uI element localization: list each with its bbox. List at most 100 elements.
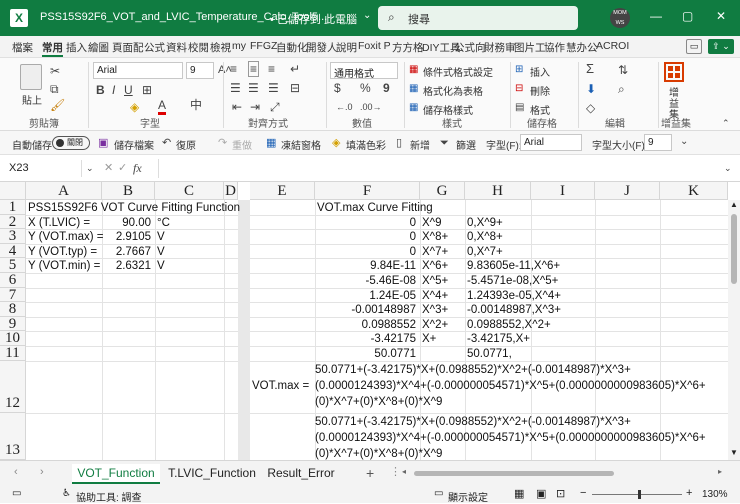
- align-bottom-icon[interactable]: ≡: [268, 62, 275, 76]
- insert-cells-icon[interactable]: ⊞: [515, 63, 523, 77]
- cell-B5[interactable]: 2.6321: [102, 259, 151, 273]
- border-icon[interactable]: ⊞: [142, 83, 152, 97]
- new-icon[interactable]: ▯: [396, 136, 402, 150]
- format-cells-icon[interactable]: ▤: [515, 101, 524, 115]
- page-layout-icon[interactable]: ▣: [536, 487, 546, 500]
- cell-C2[interactable]: °C: [157, 216, 170, 230]
- insert-function-icon[interactable]: fx: [133, 161, 142, 175]
- chevron-down-icon[interactable]: ⌄: [363, 10, 371, 21]
- zoom-in-button[interactable]: +: [686, 487, 692, 499]
- redo-icon[interactable]: ↷: [218, 136, 227, 150]
- tab-6[interactable]: 資料: [166, 40, 187, 55]
- row-header-8[interactable]: 8: [0, 302, 26, 317]
- share-button[interactable]: ⇪ ⌄: [708, 39, 734, 54]
- zoom-slider-thumb[interactable]: [638, 490, 641, 499]
- merge-icon[interactable]: ⊟: [290, 81, 300, 95]
- sheet-tab-1[interactable]: T.LVIC_Function: [164, 464, 260, 484]
- scroll-thumb[interactable]: [731, 214, 737, 284]
- cell-G10[interactable]: X+: [422, 332, 436, 346]
- comment-button[interactable]: ▭: [686, 39, 702, 54]
- cell-H9[interactable]: 0.0988552,X^2+: [467, 318, 551, 332]
- align-left-icon[interactable]: ☰: [230, 81, 241, 95]
- tab-3[interactable]: 繪圖: [88, 40, 109, 55]
- autosave-toggle[interactable]: 關閉: [52, 136, 90, 150]
- cell-styles-icon[interactable]: ▦: [409, 101, 418, 115]
- column-header-H[interactable]: H: [465, 182, 531, 200]
- next-sheet-icon[interactable]: ›: [40, 466, 44, 478]
- freeze-panes-icon[interactable]: ▦: [266, 136, 276, 150]
- cell-H5[interactable]: 9.83605e-11,X^6+: [467, 259, 560, 273]
- column-header-D[interactable]: D: [224, 182, 238, 200]
- cell-H10[interactable]: -3.42175,X+: [467, 332, 530, 346]
- tab-10[interactable]: FFGZ: [250, 40, 277, 52]
- cell-C3[interactable]: V: [157, 230, 165, 244]
- column-header-J[interactable]: J: [595, 182, 660, 200]
- cell-H6[interactable]: -5.4571e-08,X^5+: [467, 274, 558, 288]
- confirm-entry-icon[interactable]: ✓: [118, 161, 127, 175]
- cell-C5[interactable]: V: [157, 259, 165, 273]
- undo-button[interactable]: 復原: [176, 137, 196, 152]
- increase-decimal-icon[interactable]: ←.0: [336, 100, 353, 114]
- cell-F7[interactable]: 1.24E-05: [315, 289, 416, 303]
- tab-18[interactable]: 財務审: [484, 40, 516, 55]
- sheet-tab-2[interactable]: Result_Error: [262, 464, 340, 484]
- tab-22[interactable]: ACROI: [596, 40, 629, 52]
- row-header-2[interactable]: 2: [0, 215, 26, 230]
- add-sheet-button[interactable]: +: [366, 465, 374, 481]
- save-file-button[interactable]: 儲存檔案: [114, 137, 154, 152]
- worksheet-grid[interactable]: ABCDEFGHIJK 1 2 3 4 5 6 7 8 9 10 11 12 13 PSS15S92F6…: [0, 182, 740, 460]
- indent-decrease-icon[interactable]: ⇤: [232, 100, 242, 114]
- zoom-out-button[interactable]: −: [580, 487, 586, 499]
- delete-cells-icon[interactable]: ⊟: [515, 82, 523, 96]
- row-header-12[interactable]: 12: [0, 361, 26, 413]
- scroll-down-icon[interactable]: ▼: [730, 448, 738, 457]
- row-header-3[interactable]: 3: [0, 229, 26, 244]
- cell-F9[interactable]: 0.0988552: [315, 318, 416, 332]
- restore-button[interactable]: ▢: [682, 9, 693, 23]
- column-header-I[interactable]: I: [531, 182, 595, 200]
- scissors-icon[interactable]: ✂: [50, 64, 60, 78]
- zoom-slider[interactable]: [592, 490, 682, 499]
- cell-F13[interactable]: 50.0771+(-3.42175)*X+(0.0988552)*X^2+(-0…: [315, 414, 710, 460]
- cell-H11[interactable]: 50.0771,: [467, 347, 512, 361]
- save-icon[interactable]: ▣: [98, 136, 108, 150]
- tab-5[interactable]: 公式: [144, 40, 165, 55]
- cell-H8[interactable]: -0.00148987,X^3+: [467, 303, 561, 317]
- new-button[interactable]: 新增: [410, 137, 430, 152]
- cell-F10[interactable]: -3.42175: [315, 332, 416, 346]
- cell-G3[interactable]: X^8+: [422, 230, 448, 244]
- cell-F8[interactable]: -0.00148987: [315, 303, 416, 317]
- qat-font-select[interactable]: Arial: [520, 134, 582, 151]
- collapse-ribbon-icon[interactable]: ⌃: [722, 116, 730, 130]
- italic-icon[interactable]: I: [112, 83, 115, 97]
- tab-0[interactable]: 檔案: [12, 40, 33, 55]
- fill-color-icon[interactable]: ◈: [130, 100, 139, 114]
- cell-F12[interactable]: 50.0771+(-3.42175)*X+(0.0988552)*X^2+(-0…: [315, 362, 710, 410]
- display-settings-button[interactable]: 顯示設定: [448, 489, 488, 504]
- cell-H7[interactable]: 1.24393e-05,X^4+: [467, 289, 561, 303]
- align-right-icon[interactable]: ☰: [268, 81, 279, 95]
- addins-icon[interactable]: [664, 62, 684, 82]
- percent-icon[interactable]: %: [360, 81, 371, 95]
- name-box[interactable]: X23: [6, 160, 82, 177]
- row-header-5[interactable]: 5: [0, 258, 26, 273]
- minimize-button[interactable]: —: [650, 9, 662, 23]
- tab-19[interactable]: 图片工: [514, 40, 546, 55]
- tab-4[interactable]: 頁面配: [112, 40, 144, 55]
- qat-size-select[interactable]: 9: [644, 134, 672, 151]
- column-header-E[interactable]: E: [250, 182, 315, 200]
- row-header-9[interactable]: 9: [0, 317, 26, 332]
- normal-view-icon[interactable]: ▦: [514, 487, 524, 500]
- find-select-icon[interactable]: ⌕: [618, 82, 625, 96]
- select-all-corner[interactable]: [0, 182, 26, 200]
- display-settings-icon[interactable]: ▭: [434, 488, 443, 499]
- row-header-6[interactable]: 6: [0, 273, 26, 288]
- row-header-1[interactable]: 1: [0, 200, 26, 215]
- h-scroll-thumb[interactable]: [414, 471, 614, 476]
- undo-icon[interactable]: ↶: [162, 136, 171, 150]
- tab-1[interactable]: 常用: [42, 40, 63, 57]
- currency-icon[interactable]: $: [334, 81, 341, 95]
- align-center-icon[interactable]: ☰: [248, 81, 259, 95]
- fill-down-icon[interactable]: ⬇: [586, 82, 596, 96]
- redo-button[interactable]: 重做: [232, 137, 252, 152]
